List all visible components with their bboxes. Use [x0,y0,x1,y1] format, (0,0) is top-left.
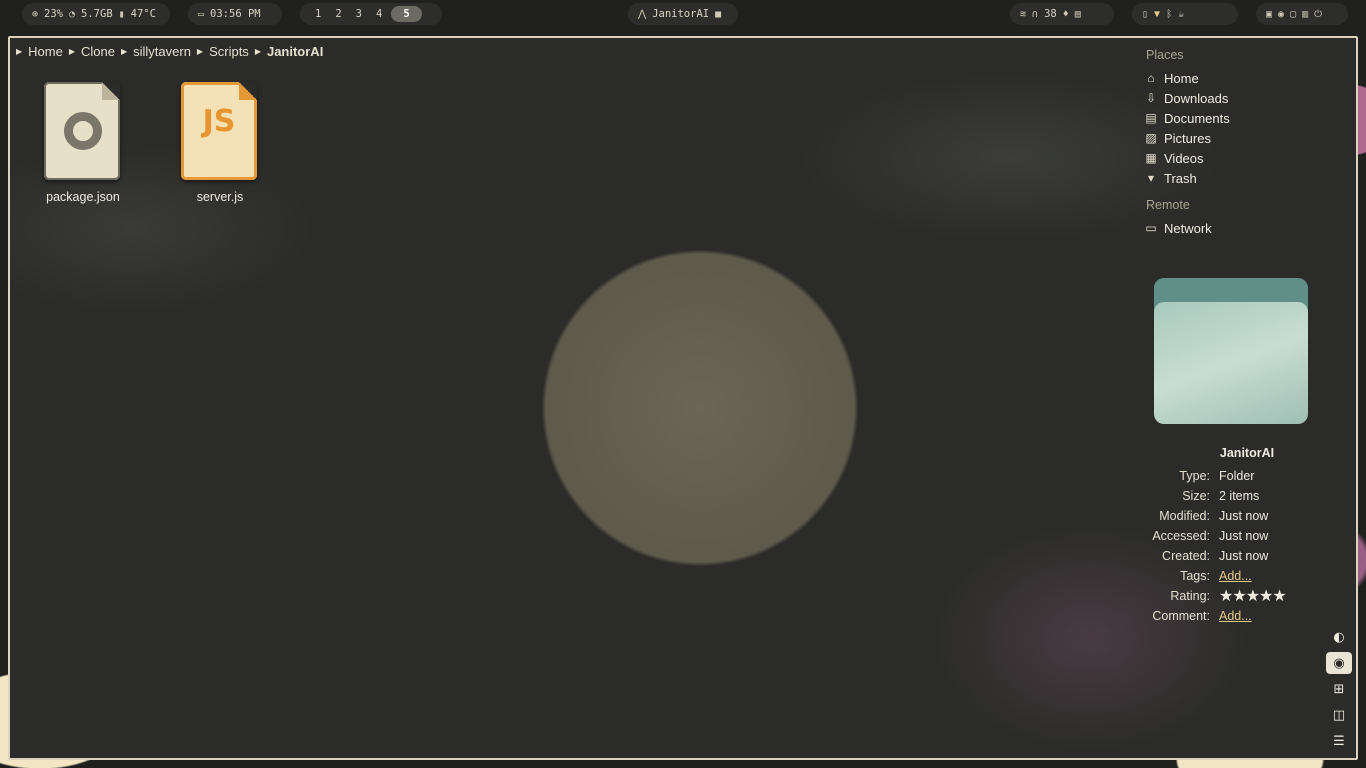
wifi-signal-icon[interactable]: ▼ [1154,9,1160,20]
cpu-icon: ⊕ [32,8,39,20]
system-stats: ⊕ 23% ◔ 5.7GB ▮ 47°C [22,3,170,25]
js-file-icon: JS [181,82,259,182]
file-package-json[interactable]: package.json [28,82,138,204]
js-badge: JS [202,103,236,139]
caret-right-icon: ▶ [16,47,23,56]
contrast-toggle-icon[interactable]: ◐ [1326,626,1352,648]
workspace-2[interactable]: 2 [330,8,346,20]
add-comment-link[interactable]: Add... [1219,609,1252,623]
sidebar-item-downloads[interactable]: ⇩ Downloads [1144,88,1344,108]
sidebar-item-network[interactable]: ▭ Network [1144,218,1344,238]
info-title: JanitorAI [1219,446,1275,460]
rating-stars[interactable]: ★★★★★ [1219,586,1287,606]
sidebar-item-trash[interactable]: ▾ Trash [1144,168,1344,188]
preview-eye-icon[interactable]: ◉ [1326,652,1352,674]
memory-usage: 5.7GB [81,8,113,20]
sidebar-item-videos[interactable]: ▦ Videos [1144,148,1344,168]
file-server-js[interactable]: JS server.js [165,82,275,204]
places-heading: Places [1146,48,1184,62]
info-panel: JanitorAI Type: Folder Size: 2 items Modif… [1144,446,1344,626]
wifi-icon[interactable]: ≋ [1020,9,1026,20]
temperature: 47°C [130,8,156,20]
breadcrumb-current[interactable]: JanitorAI [267,44,323,59]
top-panel: ⊕ 23% ◔ 5.7GB ▮ 47°C ▭ 03:56 PM 1 2 3 4 5 ⋀… [0,0,1366,29]
caret-right-icon: ▶ [68,47,75,56]
clipboard-icon[interactable]: ▥ [1302,9,1308,20]
status-tray: ▯ ▼ ᛒ ☕ [1132,3,1238,25]
breadcrumb-clone[interactable]: Clone [81,44,115,59]
caret-right-icon: ▶ [196,47,204,56]
star-icon[interactable]: ★ [1232,588,1246,605]
breadcrumb: ▶ Home ▶ Clone ▶ sillytavern ▶ Scripts ▶… [16,44,323,59]
menu-icon[interactable]: ☰ [1326,730,1352,752]
workspace-5[interactable]: 5 [391,6,422,22]
caret-right-icon: ▶ [254,47,261,56]
info-row-size: Size: 2 items [1182,489,1260,503]
breadcrumb-scripts[interactable]: Scripts [209,44,249,59]
clock-time: 03:56 PM [210,8,261,20]
network-audio-tray: ≋ ∩ 38 ♦ ▤ [1010,3,1114,25]
workspace-4[interactable]: 4 [371,8,387,20]
sidebar-item-pictures[interactable]: ▨ Pictures [1144,128,1344,148]
split-view-icon[interactable]: ◫ [1326,704,1352,726]
star-icon[interactable]: ★ [1246,588,1260,605]
json-file-icon [44,82,122,182]
star-icon[interactable]: ★ [1272,588,1286,605]
new-folder-icon[interactable]: ⊞ [1326,678,1352,700]
info-row-comment: Comment: Add... [1152,609,1252,623]
active-window-title[interactable]: ⋀ JanitorAI ■ [628,3,738,25]
phone-icon[interactable]: ▯ [1142,9,1148,20]
microphone-icon[interactable]: ♦ [1063,9,1069,20]
trash-icon: ▾ [1147,171,1155,185]
view-toolbar: ◐ ◉ ⊞ ◫ ☰ [1326,626,1352,756]
places-sidebar: Places ⌂ Home ⇩ Downloads ▤ Documents ▨ Pict… [1144,46,1344,238]
download-icon: ⇩ [1145,91,1157,105]
folder-icon: ■ [715,8,722,20]
settings-icon[interactable]: ◉ [1278,9,1284,20]
star-icon[interactable]: ★ [1219,588,1233,605]
headphones-icon[interactable]: ∩ [1032,9,1038,20]
sidebar-item-documents[interactable]: ▤ Documents [1144,108,1344,128]
workspace-1[interactable]: 1 [310,8,326,20]
home-icon: ⌂ [1147,71,1155,85]
memory-icon: ◔ [69,8,76,20]
window-title-text: JanitorAI [652,8,710,20]
add-tags-link[interactable]: Add... [1219,569,1252,583]
caret-right-icon: ▶ [120,47,128,56]
network-folder-icon: ▭ [1145,221,1157,235]
keyboard-icon[interactable]: ▤ [1075,9,1081,20]
info-row-tags: Tags: Add... [1180,569,1252,583]
cpu-usage: 23% [44,8,63,20]
info-row-created: Created: Just now [1162,549,1269,563]
session-tray: ▣ ◉ ▢ ▥ ⏻ [1256,3,1348,25]
info-row-accessed: Accessed: Just now [1152,529,1269,543]
picture-icon: ▨ [1145,131,1157,145]
lock-icon[interactable]: ▣ [1266,9,1272,20]
sidebar-item-home[interactable]: ⌂ Home [1144,68,1344,88]
remote-heading: Remote [1146,198,1190,212]
caffeine-icon[interactable]: ☕ [1178,9,1184,20]
file-name: package.json [46,190,120,204]
volume-level: 38 [1044,8,1057,20]
file-name: server.js [196,190,244,204]
power-icon[interactable]: ⏻ [1314,9,1322,20]
breadcrumb-home[interactable]: Home [28,44,63,59]
film-icon: ▦ [1145,151,1157,165]
calendar-icon: ▭ [198,8,205,20]
thermometer-icon: ▮ [118,8,125,20]
screenshot-icon[interactable]: ▢ [1290,9,1296,20]
workspace-switcher: 1 2 3 4 5 [300,3,442,25]
folder-preview-icon [1154,278,1308,424]
clock-widget[interactable]: ▭ 03:56 PM [188,3,282,25]
file-manager-window: ▶ Home ▶ Clone ▶ sillytavern ▶ Scripts ▶… [8,36,1358,760]
bluetooth-icon[interactable]: ᛒ [1166,9,1172,20]
document-icon: ▤ [1145,111,1157,125]
star-icon[interactable]: ★ [1259,588,1273,605]
breadcrumb-sillytavern[interactable]: sillytavern [133,44,191,59]
info-row-type: Type: Folder [1179,469,1255,483]
arch-logo-icon: ⋀ [638,8,647,20]
info-row-modified: Modified: Just now [1159,509,1269,523]
workspace-3[interactable]: 3 [351,8,367,20]
info-row-rating: Rating: ★★★★★ [1170,586,1287,606]
